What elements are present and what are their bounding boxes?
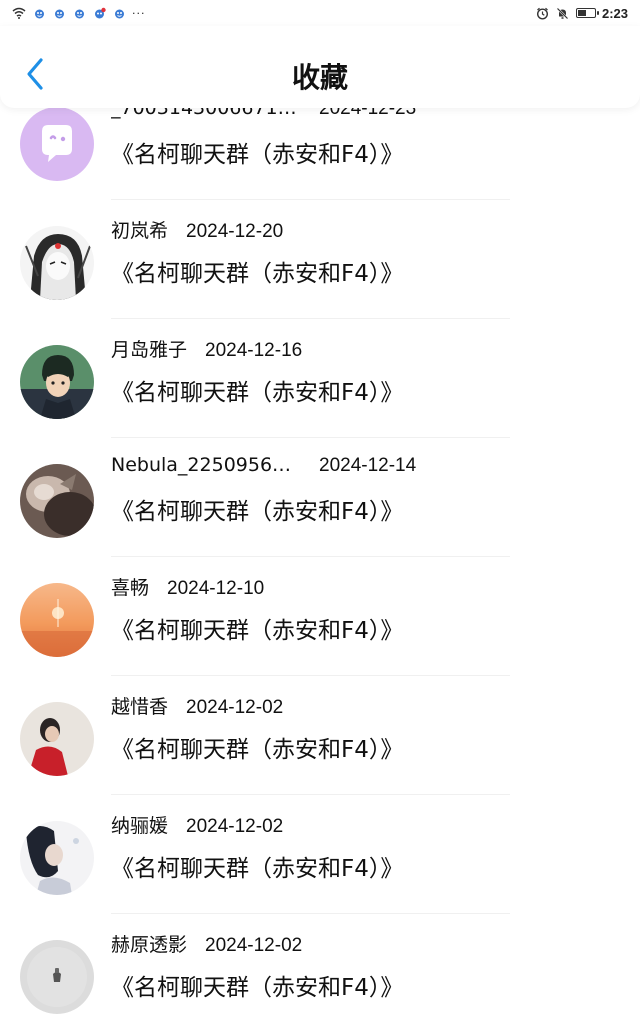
dark-hair-avatar[interactable] [20,821,94,895]
book-title[interactable]: 《名柯聊天群（赤安和F4）》 [111,611,403,645]
item-meta: Nebula_225095643... 2024-12-14 [111,454,416,477]
grey-object-avatar[interactable] [20,940,94,1014]
anime-boy-avatar[interactable] [20,345,94,419]
list-item[interactable]: 月岛雅子 2024-12-16 《名柯聊天群（赤安和F4）》 [0,319,640,438]
red-badge-notification-icon [92,6,106,20]
battery-icon [575,8,599,18]
list-item[interactable]: 喜畅 2024-12-10 《名柯聊天群（赤安和F4）》 [0,557,640,676]
item-meta: 初岚希 2024-12-20 [111,216,283,243]
item-meta: 纳骊媛 2024-12-02 [111,811,283,838]
item-date: 2024-12-02 [186,697,284,718]
list-item[interactable]: Nebula_225095643... 2024-12-14 《名柯聊天群（赤安… [0,438,640,557]
list-item[interactable]: 纳骊媛 2024-12-02 《名柯聊天群（赤安和F4）》 [0,795,640,914]
book-title[interactable]: 《名柯聊天群（赤安和F4）》 [111,492,403,526]
item-meta: 月岛雅子 2024-12-16 [111,335,302,362]
list-item[interactable]: 赫原透影 2024-12-02 《名柯聊天群（赤安和F4）》 [0,914,640,1024]
user-name: 纳骊媛 [111,815,169,837]
user-name: 赫原透影 [111,934,188,956]
alarm-icon [536,6,550,20]
status-bar-left: ··· [12,6,146,20]
status-bar-right: 2:23 [536,6,628,21]
book-title[interactable]: 《名柯聊天群（赤安和F4）》 [111,849,403,883]
item-date: 2024-12-20 [186,221,284,242]
list-item[interactable]: 初岚希 2024-12-20 《名柯聊天群（赤安和F4）》 [0,200,640,319]
item-date: 2024-12-16 [205,340,303,361]
user-name: 越惜香 [111,696,169,718]
manga-girl-avatar[interactable] [20,226,94,300]
portrait-avatar[interactable] [20,702,94,776]
user-name: 喜畅 [111,577,150,599]
item-date: 2024-12-14 [319,455,417,476]
paw-notification-icon [32,6,46,20]
item-meta: 越惜香 2024-12-02 [111,692,283,719]
app-header: 收藏 [0,26,640,108]
mute-bell-icon [556,6,570,20]
favorites-screen: ··· 2:23 _70031430066710... 2024-12-23 《… [0,0,640,1024]
sunset-avatar[interactable] [20,583,94,657]
wifi-icon [12,6,26,20]
chat-bubble-avatar[interactable] [20,107,94,181]
book-title[interactable]: 《名柯聊天群（赤安和F4）》 [111,254,403,288]
list-item[interactable]: 越惜香 2024-12-02 《名柯聊天群（赤安和F4）》 [0,676,640,795]
page-title: 收藏 [291,61,348,94]
user-name: 初岚希 [111,220,169,242]
book-title[interactable]: 《名柯聊天群（赤安和F4）》 [111,730,403,764]
more-notifications-indicator: ··· [132,6,146,20]
item-date: 2024-12-02 [186,816,284,837]
book-title[interactable]: 《名柯聊天群（赤安和F4）》 [111,135,403,169]
item-meta: 喜畅 2024-12-10 [111,573,264,600]
book-title[interactable]: 《名柯聊天群（赤安和F4）》 [111,968,403,1002]
cat-photo-avatar[interactable] [20,464,94,538]
book-title[interactable]: 《名柯聊天群（赤安和F4）》 [111,373,403,407]
paw-notification-icon [72,6,86,20]
paw-notification-icon [112,6,126,20]
user-name: Nebula_225095643... [111,454,301,476]
item-date: 2024-12-10 [167,578,265,599]
user-name: 月岛雅子 [111,339,188,361]
item-date: 2024-12-02 [205,935,303,956]
paw-notification-icon [52,6,66,20]
status-bar: ··· 2:23 [0,0,640,26]
item-meta: 赫原透影 2024-12-02 [111,930,302,957]
status-time: 2:23 [601,5,628,21]
